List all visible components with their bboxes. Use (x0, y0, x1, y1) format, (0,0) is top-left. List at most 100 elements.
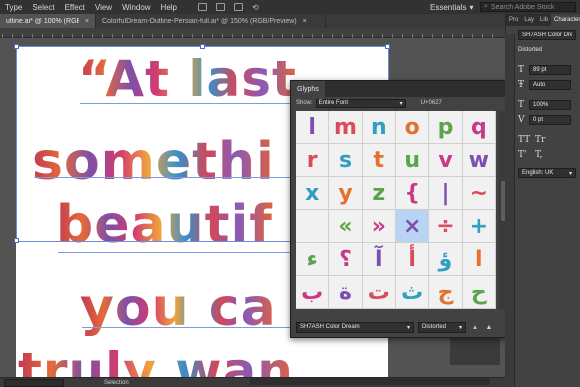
arrange-documents-icon[interactable] (234, 2, 243, 11)
text-baseline (82, 327, 290, 328)
menu-effect[interactable]: Effect (60, 3, 90, 12)
zoom-out-icon[interactable]: ▴ (470, 322, 480, 332)
font-style-value: Distorted (518, 47, 543, 53)
glyph-cell[interactable]: ج (429, 276, 463, 309)
font-style-select[interactable]: Distorted ▾ (418, 321, 466, 333)
leading-field[interactable]: Auto (529, 80, 571, 90)
glyph-cell[interactable]: ا (462, 243, 496, 276)
font-family-select[interactable]: SH7ASH Color Dream ▾ (296, 321, 414, 333)
zoom-field[interactable] (4, 378, 64, 387)
glyph-cell[interactable]: ب (296, 276, 330, 309)
glyph-cell[interactable]: q (462, 111, 496, 144)
script-buttons-row: T' T, (518, 149, 576, 161)
glyph-cell[interactable]: | (429, 177, 463, 210)
glyph-cell[interactable]: « (329, 210, 363, 243)
text-baseline (58, 252, 290, 253)
tab-layers[interactable]: Lay (521, 17, 537, 23)
language-field[interactable]: English: UK ▾ (518, 168, 576, 178)
glyph-cell[interactable]: o (395, 111, 430, 144)
glyph-cell[interactable]: p (429, 111, 463, 144)
selection-handle[interactable] (200, 44, 205, 49)
glyph-cell[interactable]: ة (329, 276, 363, 309)
glyph-cell[interactable]: × (395, 210, 430, 243)
case-buttons-row: TT Tr (518, 134, 576, 146)
zoom-in-icon[interactable]: ▲ (484, 322, 494, 332)
vertical-scale-row: T 100% (518, 99, 576, 111)
font-family-field[interactable]: SH7ASH Color Dream (518, 30, 576, 40)
close-icon[interactable]: × (85, 18, 89, 25)
tab-character[interactable]: Character (551, 14, 580, 26)
menu-help[interactable]: Help (156, 3, 182, 12)
stock-icon[interactable] (216, 2, 225, 11)
glyph-cell[interactable]: n (362, 111, 396, 144)
vertical-scale-field[interactable]: 100% (529, 100, 571, 110)
glyph-cell[interactable]: s (329, 144, 363, 177)
workspace-switcher[interactable]: Essentials ▾ (430, 0, 473, 14)
horizontal-ruler[interactable] (0, 28, 505, 38)
glyph-cell[interactable]: u (395, 144, 430, 177)
glyph-cell[interactable]: ث (395, 276, 430, 309)
glyph-cell[interactable]: x (296, 177, 330, 210)
selection-handle[interactable] (14, 238, 19, 243)
tab-document-2[interactable]: ColorfulDream-Outline-Persian-full.ai* @… (96, 14, 326, 28)
close-icon[interactable]: × (303, 18, 307, 25)
font-family-row: SH7ASH Color Dream (518, 29, 576, 41)
glyph-cell[interactable]: ء (296, 243, 330, 276)
glyph-cell[interactable] (296, 210, 330, 243)
selection-handle[interactable] (385, 44, 390, 49)
glyphs-titlebar[interactable]: Glyphs ≡ (291, 81, 514, 97)
tracking-field[interactable]: 0 pt (529, 115, 571, 125)
glyph-cell[interactable]: ÷ (429, 210, 463, 243)
glyph-cell[interactable]: ؟ (329, 243, 363, 276)
leading-value: Auto (533, 82, 546, 88)
bridge-icon[interactable] (198, 2, 207, 11)
glyph-cell[interactable]: ت (362, 276, 396, 309)
leading-icon: Ŧ (518, 80, 525, 90)
glyph-grid: l m n o p q r s t u v w x y z{| ~ «» × ÷ + ء ؟ آ أ ؤ ا ب ة ت ث ج ح (296, 111, 496, 309)
menu-window[interactable]: Window (117, 3, 155, 12)
sync-icon[interactable]: ⟲ (252, 3, 259, 12)
superscript-button[interactable]: T' (518, 150, 529, 160)
font-size-value: 89 pt (533, 67, 547, 73)
chevron-down-icon: ▾ (469, 2, 474, 12)
language-value: English: UK (522, 170, 554, 176)
chevron-down-icon: ▾ (458, 324, 462, 331)
glyph-cell[interactable]: ~ (462, 177, 496, 210)
glyph-cell[interactable]: r (296, 144, 330, 177)
selection-handle[interactable] (14, 44, 19, 49)
tab-glyphs[interactable]: Glyphs (291, 81, 325, 97)
glyph-cell[interactable]: t (362, 144, 396, 177)
small-caps-button[interactable]: Tr (535, 135, 546, 145)
subscript-button[interactable]: T, (535, 150, 546, 160)
glyph-cell[interactable]: + (462, 210, 496, 243)
glyph-cell[interactable]: z (362, 177, 396, 210)
glyph-cell[interactable]: ؤ (429, 243, 463, 276)
tracking-value: 0 pt (533, 117, 544, 123)
art-line-4[interactable]: you ca (80, 278, 277, 338)
tab-properties[interactable]: Pro (506, 17, 521, 23)
glyph-cell[interactable]: y (329, 177, 363, 210)
show-select[interactable]: Entire Font ▾ (315, 98, 406, 108)
glyph-cell[interactable]: { (395, 177, 430, 210)
menu-select[interactable]: Select (27, 3, 59, 12)
glyph-cell[interactable]: w (462, 144, 496, 177)
panel-icon-strip (505, 34, 515, 387)
glyph-cell[interactable]: l (296, 111, 330, 144)
glyph-cell[interactable]: آ (362, 243, 396, 276)
workspace-label: Essentials (430, 2, 467, 12)
tab-libraries[interactable]: Lib (537, 17, 551, 23)
stock-search[interactable]: ⌕ Search Adobe Stock (480, 2, 576, 12)
horizontal-scrollbar[interactable] (250, 378, 490, 385)
panel-tabs: Pro Lay Lib Character (506, 14, 580, 26)
chevron-down-icon: ▾ (406, 324, 410, 331)
glyph-cell[interactable]: » (362, 210, 396, 243)
glyph-cell[interactable]: m (329, 111, 363, 144)
menu-type[interactable]: Type (0, 3, 27, 12)
menu-view[interactable]: View (90, 3, 117, 12)
all-caps-button[interactable]: TT (518, 135, 530, 145)
glyph-cell[interactable]: ح (462, 276, 496, 309)
font-size-field[interactable]: 89 pt (529, 65, 571, 75)
glyph-cell[interactable]: أ (395, 243, 430, 276)
tab-document-1[interactable]: utline.ai* @ 100% (RGB/Preview) × (0, 14, 96, 28)
glyph-cell[interactable]: v (429, 144, 463, 177)
